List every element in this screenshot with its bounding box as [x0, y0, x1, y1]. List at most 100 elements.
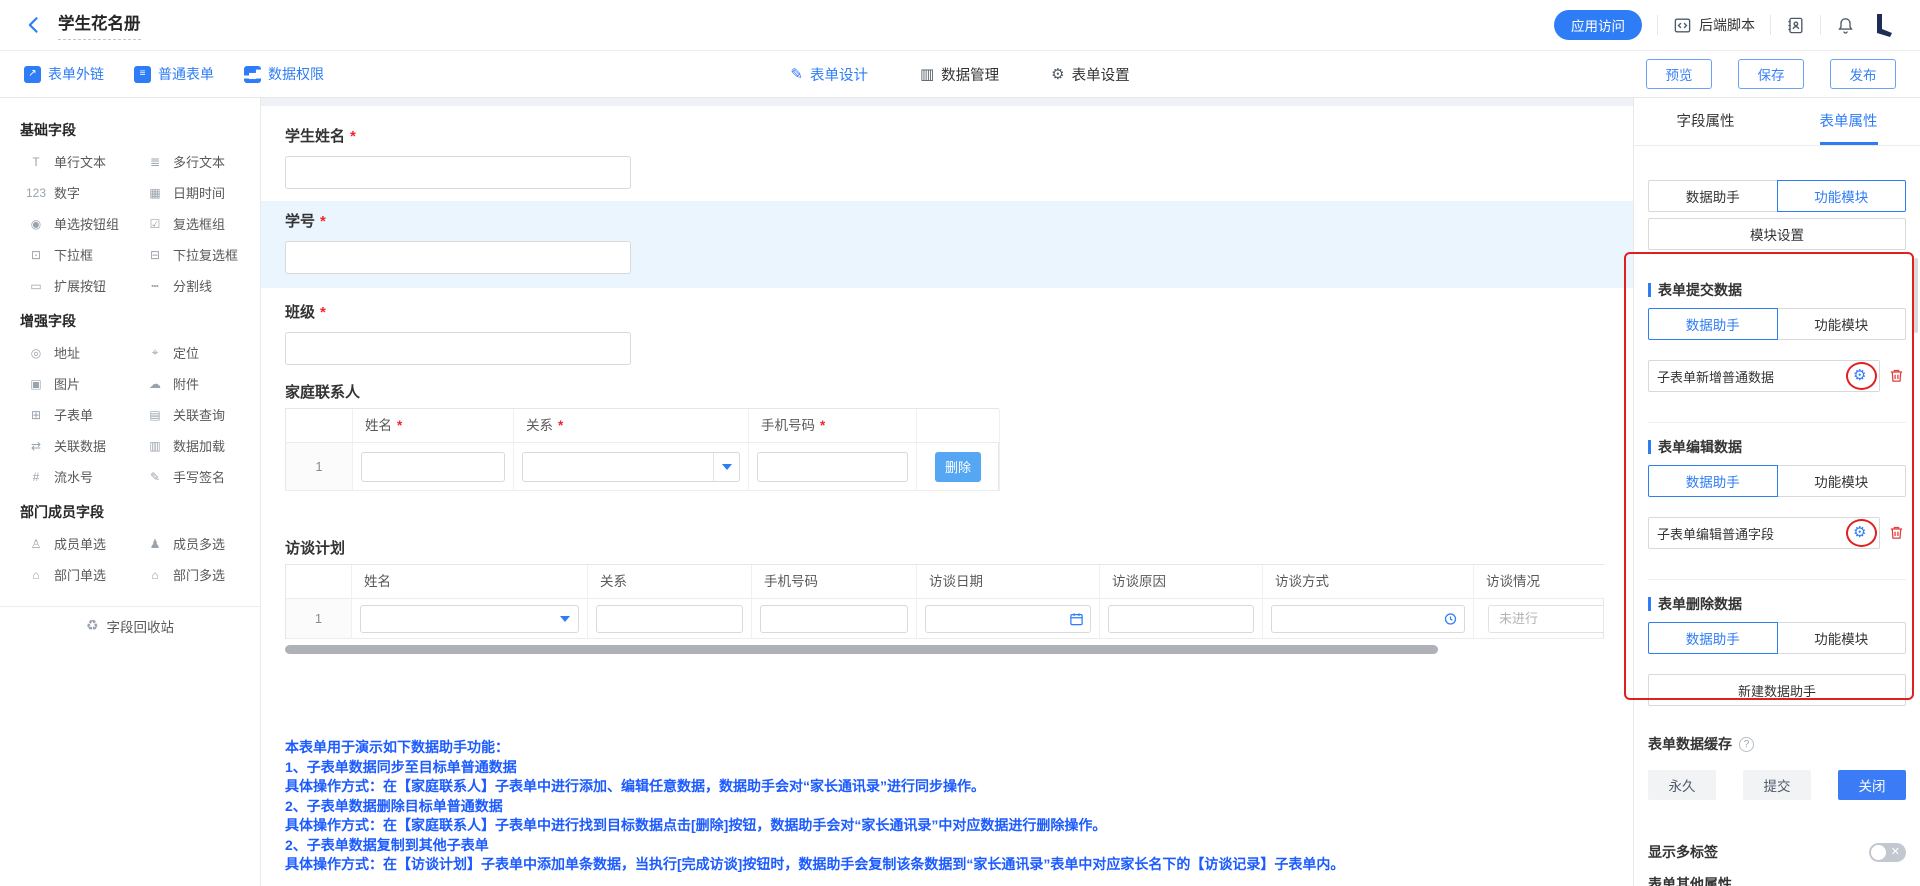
sidebar-item-关联数据[interactable]: ⇄关联数据 — [14, 430, 133, 461]
section-功能模块-button[interactable]: 功能模块 — [1777, 465, 1907, 497]
toolbar-link-表单外链[interactable]: ↗表单外链 — [24, 64, 104, 84]
cache-option-提交[interactable]: 提交 — [1743, 770, 1811, 800]
backend-script-button[interactable]: 后端脚本 — [1673, 15, 1755, 35]
app-access-button[interactable]: 应用访问 — [1554, 10, 1642, 40]
sidebar-item-数据加载[interactable]: ▥数据加载 — [133, 430, 252, 461]
sidebar-section-title: 增强字段 — [0, 303, 260, 337]
calendar-icon[interactable] — [1069, 611, 1084, 626]
field-type-icon: ⊟ — [145, 248, 165, 262]
sidebar-item-地址[interactable]: ◎地址 — [14, 337, 133, 368]
trash-icon[interactable] — [1888, 367, 1906, 385]
tab-表单设置[interactable]: ⚙表单设置 — [1051, 64, 1129, 85]
contact-name-input[interactable] — [361, 452, 505, 482]
sidebar-item-手写签名[interactable]: ✎手写签名 — [133, 461, 252, 492]
sidebar-item-成员多选[interactable]: ♟成员多选 — [133, 528, 252, 559]
gear-icon[interactable]: ⚙ — [1853, 367, 1866, 384]
sidebar-item-扩展按钮[interactable]: ▭扩展按钮 — [14, 270, 133, 301]
sidebar-item-定位[interactable]: ⌖定位 — [133, 337, 252, 368]
field-type-icon: ☑ — [145, 217, 165, 231]
relation-select[interactable] — [522, 452, 740, 482]
workspace-logo-icon[interactable] — [1870, 12, 1896, 38]
sidebar-item-成员单选[interactable]: ♙成员单选 — [14, 528, 133, 559]
data-assistant-mode-button[interactable]: 数据助手 — [1648, 180, 1778, 212]
tab-form-properties[interactable]: 表单属性 — [1777, 98, 1920, 145]
class-input[interactable] — [285, 332, 631, 365]
field-label: 学生姓名 — [285, 128, 345, 145]
student-name-input[interactable] — [285, 156, 631, 189]
sidebar-item-单行文本[interactable]: T单行文本 — [14, 146, 133, 177]
module-settings-button[interactable]: 模块设置 — [1648, 218, 1906, 250]
tab-field-properties[interactable]: 字段属性 — [1634, 98, 1777, 145]
section-功能模块-button[interactable]: 功能模块 — [1777, 308, 1907, 340]
student-id-input[interactable] — [285, 241, 631, 274]
action-button-预览[interactable]: 预览 — [1646, 59, 1712, 89]
sidebar-item-label: 下拉框 — [54, 245, 93, 264]
interview-reason-input[interactable] — [1108, 605, 1254, 633]
sidebar-item-多行文本[interactable]: ≣多行文本 — [133, 146, 252, 177]
panel-scrollbar-thumb[interactable] — [1914, 258, 1918, 333]
interview-name-select[interactable] — [360, 605, 579, 633]
delete-row-button[interactable]: 删除 — [935, 452, 981, 482]
sidebar-item-流水号[interactable]: #流水号 — [14, 461, 133, 492]
tab-label: 表单设计 — [810, 64, 868, 85]
field-student-name[interactable]: 学生姓名* — [285, 126, 1633, 189]
field-student-id-selected[interactable]: 学号* — [261, 201, 1633, 288]
sidebar-item-label: 图片 — [54, 374, 80, 393]
toolbar-link-普通表单[interactable]: ≡普通表单 — [134, 64, 214, 84]
assistant-item-box[interactable]: 新建数据助手 — [1648, 674, 1906, 706]
sidebar-item-子表单[interactable]: ⊞子表单 — [14, 399, 133, 430]
action-button-发布[interactable]: 发布 — [1830, 59, 1896, 89]
section-divider — [1648, 579, 1906, 580]
sidebar-item-label: 定位 — [173, 343, 199, 362]
scrollbar-thumb[interactable] — [285, 645, 1438, 654]
field-recycle-bin[interactable]: ♻ 字段回收站 — [0, 606, 260, 644]
interview-phone-input[interactable] — [760, 605, 908, 633]
interview-status-value[interactable]: 未进行 — [1488, 605, 1604, 633]
address-book-icon[interactable] — [1786, 16, 1805, 35]
field-class[interactable]: 班级* — [285, 302, 1633, 365]
sidebar-item-下拉复选框[interactable]: ⊟下拉复选框 — [133, 239, 252, 270]
assistant-item-box[interactable]: 子表单新增普通数据 ⚙ — [1648, 360, 1880, 392]
interview-date-input[interactable] — [925, 605, 1091, 633]
sidebar-item-label: 多行文本 — [173, 152, 225, 171]
section-功能模块-button[interactable]: 功能模块 — [1777, 622, 1907, 654]
assistant-item-label: 子表单新增普通数据 — [1657, 367, 1774, 386]
toolbar-link-数据权限[interactable]: ▂▄▆数据权限 — [244, 64, 324, 84]
action-button-保存[interactable]: 保存 — [1738, 59, 1804, 89]
sidebar-item-部门多选[interactable]: ⌂部门多选 — [133, 559, 252, 590]
sidebar-item-图片[interactable]: ▣图片 — [14, 368, 133, 399]
section-数据助手-button[interactable]: 数据助手 — [1648, 308, 1778, 340]
sidebar-item-数字[interactable]: 123数字 — [14, 177, 133, 208]
toolbar-link-label: 数据权限 — [268, 64, 324, 84]
sidebar-item-部门单选[interactable]: ⌂部门单选 — [14, 559, 133, 590]
tab-表单设计[interactable]: ✎表单设计 — [790, 64, 868, 85]
sidebar-item-下拉框[interactable]: ⊡下拉框 — [14, 239, 133, 270]
cache-option-关闭[interactable]: 关闭 — [1838, 770, 1906, 800]
interview-method-input[interactable] — [1271, 605, 1465, 633]
cache-option-永久[interactable]: 永久 — [1648, 770, 1716, 800]
phone-input[interactable] — [757, 452, 908, 482]
bell-icon[interactable] — [1836, 16, 1855, 35]
section-数据助手-button[interactable]: 数据助手 — [1648, 622, 1778, 654]
function-module-mode-button[interactable]: 功能模块 — [1777, 180, 1907, 212]
clock-icon[interactable] — [1443, 611, 1458, 626]
help-icon[interactable]: ? — [1739, 737, 1754, 752]
back-icon[interactable] — [24, 15, 44, 35]
sidebar-item-label: 单选按钮组 — [54, 214, 119, 233]
multi-tab-toggle[interactable]: ✕ — [1869, 843, 1906, 862]
interview-relation-input[interactable] — [596, 605, 743, 633]
gear-icon[interactable]: ⚙ — [1853, 524, 1866, 541]
sidebar-item-关联查询[interactable]: ▤关联查询 — [133, 399, 252, 430]
toolbar-link-label: 表单外链 — [48, 64, 104, 84]
section-数据助手-button[interactable]: 数据助手 — [1648, 465, 1778, 497]
sidebar-item-日期时间[interactable]: ▦日期时间 — [133, 177, 252, 208]
backend-script-label: 后端脚本 — [1699, 15, 1755, 35]
sidebar-item-分割线[interactable]: ┅分割线 — [133, 270, 252, 301]
sidebar-item-复选框组[interactable]: ☑复选框组 — [133, 208, 252, 239]
required-star: * — [820, 418, 825, 433]
assistant-item-box[interactable]: 子表单编辑普通字段⚙ — [1648, 517, 1880, 549]
trash-icon[interactable] — [1888, 524, 1906, 542]
sidebar-item-附件[interactable]: ☁附件 — [133, 368, 252, 399]
tab-数据管理[interactable]: ▥数据管理 — [920, 64, 999, 85]
sidebar-item-单选按钮组[interactable]: ◉单选按钮组 — [14, 208, 133, 239]
